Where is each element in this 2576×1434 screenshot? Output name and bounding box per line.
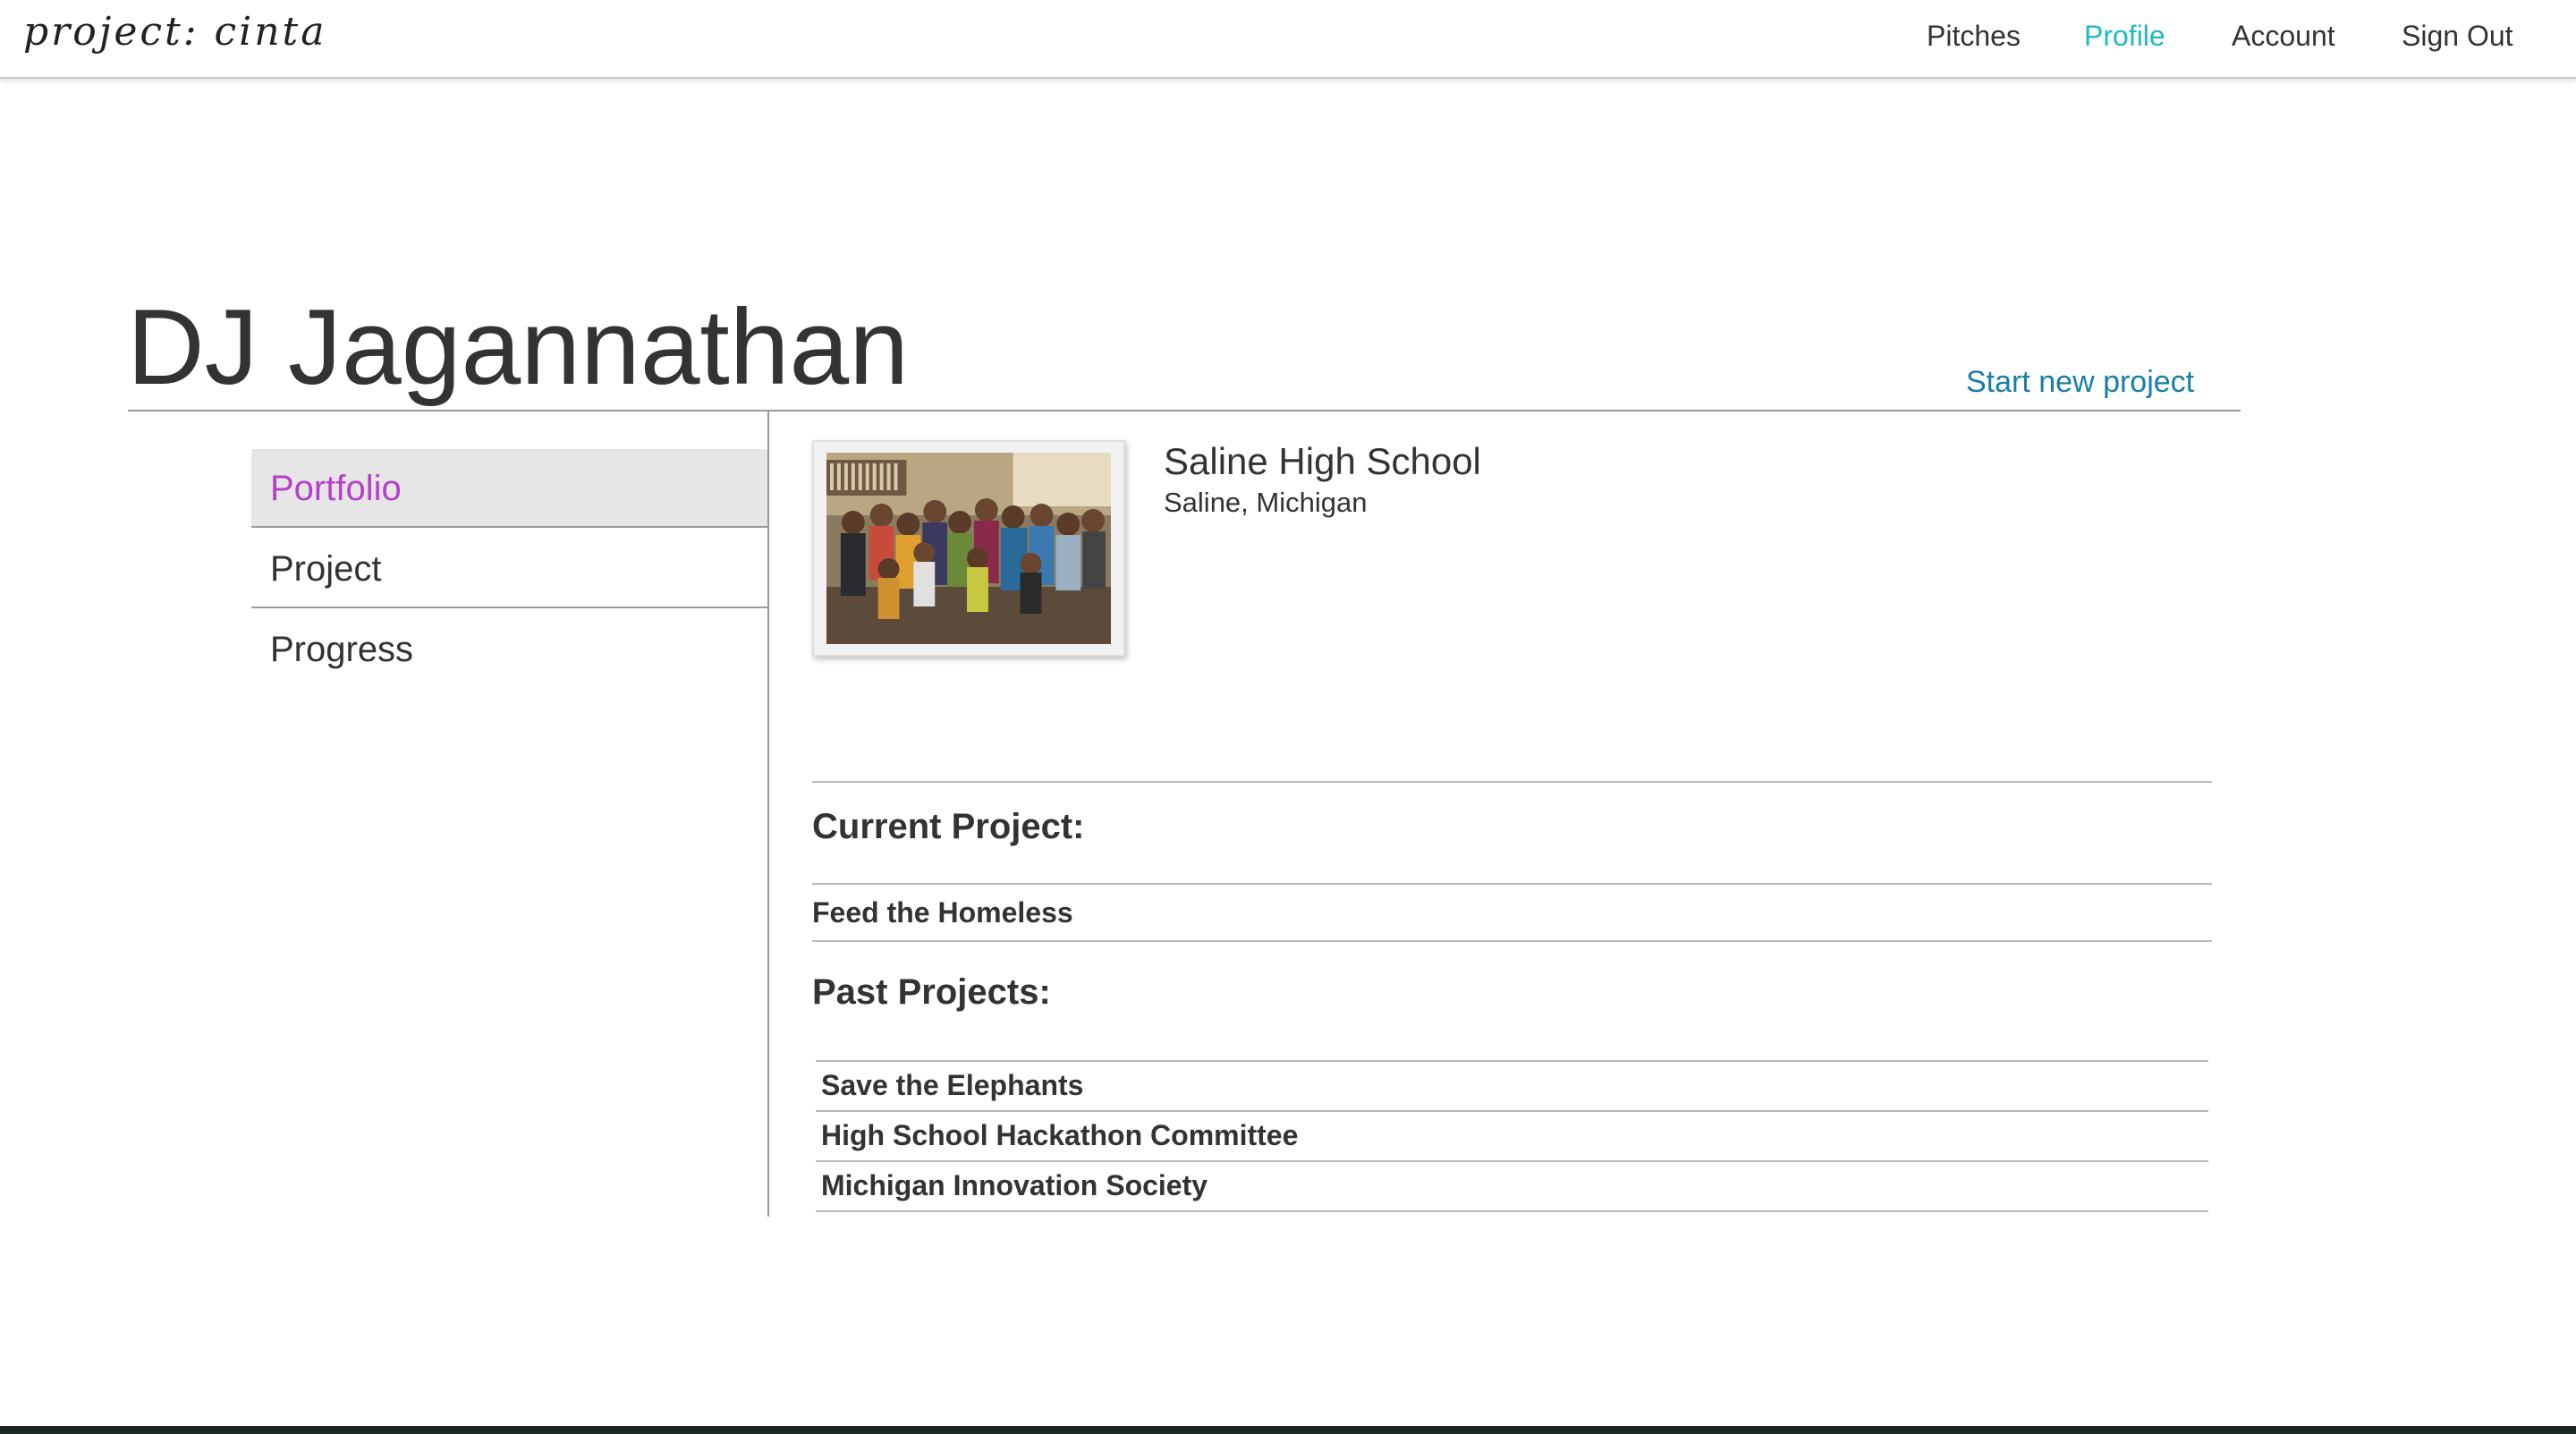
group-photo <box>826 453 1111 644</box>
past-projects-heading: Past Projects: <box>812 972 1051 1012</box>
start-new-project-link[interactable]: Start new project <box>1966 365 2194 400</box>
past-project-item[interactable]: Save the Elephants <box>821 1069 1083 1102</box>
side-menu-item-project[interactable]: Project <box>251 530 767 608</box>
past-projects-rule <box>816 1060 2208 1062</box>
nav-link-account[interactable]: Account <box>2232 20 2335 53</box>
past-projects-rule <box>816 1210 2208 1212</box>
nav-link-pitches[interactable]: Pitches <box>1927 20 2021 53</box>
nav-link-profile[interactable]: Profile <box>2084 20 2165 53</box>
current-project-top-rule <box>812 883 2212 885</box>
past-projects-rule <box>816 1160 2208 1162</box>
nav-link-sign-out[interactable]: Sign Out <box>2402 20 2513 53</box>
current-project-bottom-rule <box>812 940 2212 942</box>
past-project-item[interactable]: Michigan Innovation Society <box>821 1169 1208 1202</box>
current-project-item[interactable]: Feed the Homeless <box>812 896 1073 929</box>
past-projects-rule <box>816 1110 2208 1112</box>
brand-logo[interactable]: project: cinta <box>23 9 326 55</box>
section-divider <box>812 781 2212 783</box>
window-bottom-edge <box>0 1426 2576 1434</box>
header-divider <box>128 410 2241 412</box>
profile-name-heading: DJ Jagannathan <box>127 287 909 407</box>
top-navbar: project: cinta Pitches Profile Account S… <box>0 0 2576 79</box>
school-name: Saline High School <box>1164 440 1481 482</box>
side-menu-item-portfolio[interactable]: Portfolio <box>251 449 767 528</box>
past-project-item[interactable]: High School Hackathon Committee <box>821 1119 1298 1152</box>
current-project-heading: Current Project: <box>812 807 1085 846</box>
sidebar-divider <box>767 412 769 1217</box>
school-location: Saline, Michigan <box>1164 487 1368 518</box>
side-menu-item-progress[interactable]: Progress <box>251 610 767 689</box>
school-photo-frame <box>812 440 1125 657</box>
